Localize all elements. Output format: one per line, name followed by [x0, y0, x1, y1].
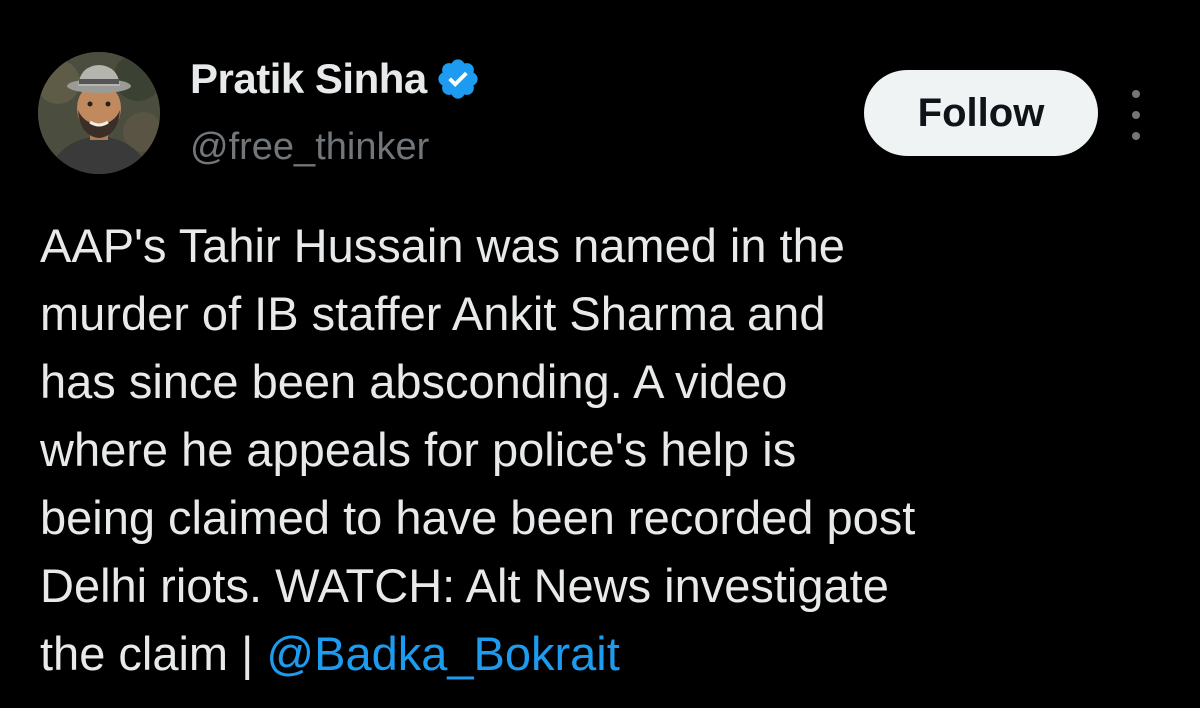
tweet-card: Pratik Sinha @free_thinker Follow AAP's …: [0, 0, 1200, 708]
avatar[interactable]: [38, 52, 160, 174]
tweet-text-line: murder of IB staffer Ankit Sharma and: [40, 287, 826, 340]
more-options-icon[interactable]: [1124, 90, 1148, 140]
tweet-text-line: Delhi riots. WATCH: Alt News investigate: [40, 559, 889, 612]
follow-button[interactable]: Follow: [864, 70, 1098, 156]
tweet-text-line: being claimed to have been recorded post: [40, 491, 916, 544]
tweet-text-line: where he appeals for police's help is: [40, 423, 797, 476]
tweet-text: AAP's Tahir Hussain was named in the mur…: [40, 212, 1180, 688]
tweet-text-line: has since been absconding. A video: [40, 355, 788, 408]
author-display-name[interactable]: Pratik Sinha: [190, 55, 427, 103]
avatar-image: [38, 52, 160, 174]
more-dot: [1132, 90, 1140, 98]
more-dot: [1132, 132, 1140, 140]
more-dot: [1132, 111, 1140, 119]
tweet-text-last-line: the claim | @Badka_Bokrait: [40, 620, 1180, 688]
tweet-text-line: AAP's Tahir Hussain was named in the: [40, 219, 845, 272]
verified-badge-icon[interactable]: [435, 56, 481, 102]
mention-link[interactable]: @Badka_Bokrait: [266, 627, 619, 680]
author-handle[interactable]: @free_thinker: [190, 126, 429, 169]
tweet-text-line: the claim |: [40, 627, 267, 680]
author-name-row: Pratik Sinha: [190, 54, 481, 104]
